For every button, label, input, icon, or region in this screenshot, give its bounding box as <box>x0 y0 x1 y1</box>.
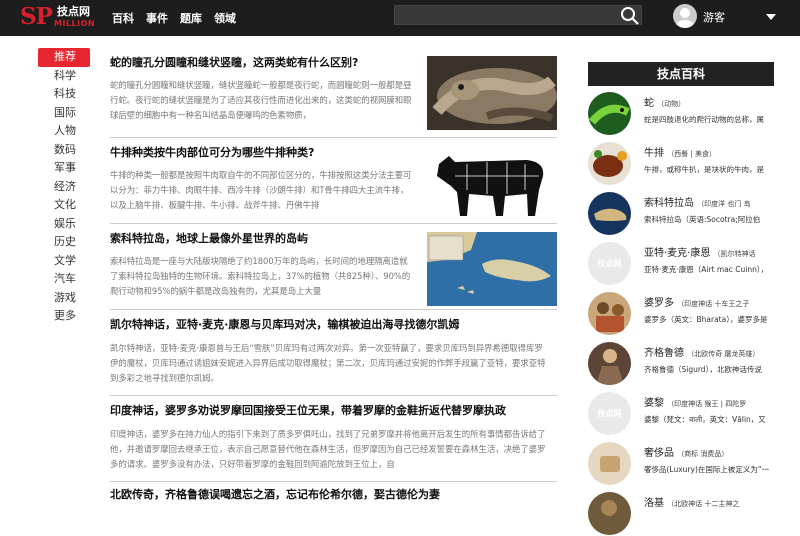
nav-events[interactable]: 事件 <box>146 0 168 36</box>
user-avatar-icon[interactable] <box>673 4 697 28</box>
island-image[interactable] <box>588 192 631 235</box>
snake-thumbnail[interactable] <box>427 56 557 130</box>
category-more[interactable]: 更多 <box>38 307 90 326</box>
encyclopedia-item[interactable]: 蛇 （动物） 蛇是四肢退化的爬行动物的总称，属 <box>588 86 774 136</box>
item-title[interactable]: 齐格鲁德 （北欧传奇 屠龙英雄） <box>644 344 774 359</box>
item-desc: 婆黎（梵文：वाली，英文：Vālin，又 <box>644 415 766 424</box>
encyclopedia-item[interactable]: 技点网 婆黎 （印度神话 猴王 | 四陀罗 婆黎（梵文：वाली，英文：Vāli… <box>588 386 774 436</box>
item-title[interactable]: 蛇 （动物） <box>644 94 774 109</box>
article-item[interactable]: 蛇的瞳孔分圆瞳和缝状竖瞳，这两类蛇有什么区别? 蛇的瞳孔分圆瞳和缝状竖瞳，缝状竖… <box>110 48 557 138</box>
article-title[interactable]: 凯尔特神话，亚特·麦克·康恩与贝库玛对决，输棋被迫出海寻找德尔凯姆 <box>110 318 557 332</box>
item-title[interactable]: 索科特拉岛 （印度洋 也门 岛 <box>644 194 774 209</box>
search-input[interactable] <box>394 5 642 25</box>
placeholder-image[interactable]: 技点网 <box>588 392 631 435</box>
search-icon[interactable] <box>620 6 640 26</box>
nav-fields[interactable]: 领域 <box>214 0 236 36</box>
luxury-image[interactable] <box>588 442 631 485</box>
logo-sp: SP <box>20 3 53 30</box>
island-map-thumbnail[interactable] <box>427 232 557 306</box>
article-item[interactable]: 牛排种类按牛肉部位可分为哪些牛排种类? 牛排的种类一般都是按照牛肉取自牛的不同部… <box>110 138 557 224</box>
encyclopedia-item[interactable]: 齐格鲁德 （北欧传奇 屠龙英雄） 齐格鲁德（Sigurd），北欧神话传说 <box>588 336 774 386</box>
top-bar: SP 技点网 MILLION 百科 事件 题库 领域 游客 <box>0 0 800 36</box>
site-logo[interactable]: SP 技点网 MILLION <box>20 4 100 32</box>
category-economy[interactable]: 经济 <box>38 178 90 197</box>
item-title[interactable]: 婆黎 （印度神话 猴王 | 四陀罗 <box>644 394 774 409</box>
article-item[interactable]: 北欧传奇，齐格鲁德误喝遗忘之酒，忘记布伦希尔德，娶古德伦为妻 <box>110 482 557 502</box>
article-summary: 印度神话，婆罗多在持力仙人的指引下来到了质多罗俱吒山，找到了兄弟罗摩并将他离开后… <box>110 429 546 469</box>
chevron-down-icon[interactable] <box>766 14 776 20</box>
category-literature[interactable]: 文学 <box>38 252 90 271</box>
placeholder-image[interactable]: 技点网 <box>588 242 631 285</box>
article-list: 蛇的瞳孔分圆瞳和缝状竖瞳，这两类蛇有什么区别? 蛇的瞳孔分圆瞳和缝状竖瞳，缝状竖… <box>110 48 557 502</box>
nav-baike[interactable]: 百科 <box>112 0 134 36</box>
category-technology[interactable]: 科技 <box>38 85 90 104</box>
article-summary: 蛇的瞳孔分圆瞳和缝状竖瞳，缝状竖瞳蛇一般都是夜行蛇，而圆瞳蛇则一般都是昼行蛇。夜… <box>110 80 412 120</box>
category-science[interactable]: 科学 <box>38 67 90 86</box>
category-history[interactable]: 历史 <box>38 233 90 252</box>
article-title[interactable]: 牛排种类按牛肉部位可分为哪些牛排种类? <box>110 146 420 160</box>
article-summary: 凯尔特神话，亚特·麦克·康恩曾与王后“雪肤”贝库玛有过两次对弈。第一次亚特赢了，… <box>110 343 546 383</box>
item-title[interactable]: 奢侈品 （商标 消费品） <box>644 444 774 459</box>
category-people[interactable]: 人物 <box>38 122 90 141</box>
category-games[interactable]: 游戏 <box>38 289 90 308</box>
item-desc: 婆罗多（英文：Bharata），婆罗多是 <box>644 315 768 324</box>
encyclopedia-item[interactable]: 索科特拉岛 （印度洋 也门 岛 索科特拉岛（英语:Socotra;阿拉伯 <box>588 186 774 236</box>
beef-cuts-thumbnail[interactable] <box>427 146 557 220</box>
article-item[interactable]: 印度神话，婆罗多劝说罗摩回国接受王位无果，带着罗摩的金鞋折返代替罗摩执政 印度神… <box>110 396 557 482</box>
encyclopedia-item[interactable]: 牛排 （西餐 | 美食） 牛排，或称牛扒，是块状的牛肉，是 <box>588 136 774 186</box>
logo-en: MILLION <box>54 19 96 28</box>
main-nav: 百科 事件 题库 领域 <box>112 0 248 36</box>
item-desc: 亚特·麦克·康恩（Airt mac Cuinn）， <box>644 265 769 274</box>
article-item[interactable]: 凯尔特神话，亚特·麦克·康恩与贝库玛对决，输棋被迫出海寻找德尔凯姆 凯尔特神话，… <box>110 310 557 396</box>
category-military[interactable]: 军事 <box>38 159 90 178</box>
item-desc: 蛇是四肢退化的爬行动物的总称，属 <box>644 115 764 124</box>
article-title[interactable]: 蛇的瞳孔分圆瞳和缝状竖瞳，这两类蛇有什么区别? <box>110 56 420 70</box>
article-summary: 牛排的种类一般都是按照牛肉取自牛的不同部位区分的，牛排按照这类分法主要可以分为：… <box>110 170 412 210</box>
sigurd-image[interactable] <box>588 342 631 385</box>
article-item[interactable]: 索科特拉岛，地球上最像外星世界的岛屿 索科特拉岛是一座与大陆版块隔绝了约1800… <box>110 224 557 310</box>
encyclopedia-item[interactable]: 洛基 （北欧神话 十二主神之 <box>588 486 774 536</box>
panel-heading: 技点百科 <box>588 62 774 86</box>
item-desc: 牛排，或称牛扒，是块状的牛肉，是 <box>644 165 764 174</box>
encyclopedia-panel: 技点百科 蛇 （动物） 蛇是四肢退化的爬行动物的总称，属 牛排 （西餐 | 美食… <box>588 62 774 536</box>
snake-image[interactable] <box>588 92 631 135</box>
username[interactable]: 游客 <box>703 0 725 36</box>
category-international[interactable]: 国际 <box>38 104 90 123</box>
category-recommend[interactable]: 推荐 <box>38 48 90 67</box>
steak-image[interactable] <box>588 142 631 185</box>
category-entertainment[interactable]: 娱乐 <box>38 215 90 234</box>
item-desc: 奢侈品(Luxury)在国际上被定义为“一 <box>644 465 770 474</box>
item-desc: 索科特拉岛（英语:Socotra;阿拉伯 <box>644 215 761 224</box>
loki-image[interactable] <box>588 492 631 535</box>
category-auto[interactable]: 汽车 <box>38 270 90 289</box>
article-title[interactable]: 印度神话，婆罗多劝说罗摩回国接受王位无果，带着罗摩的金鞋折返代替罗摩执政 <box>110 404 557 418</box>
item-desc: 齐格鲁德（Sigurd），北欧神话传说 <box>644 365 762 374</box>
item-title[interactable]: 婆罗多 （印度神话 十车王之子 <box>644 294 774 309</box>
encyclopedia-item[interactable]: 婆罗多 （印度神话 十车王之子 婆罗多（英文：Bharata），婆罗多是 <box>588 286 774 336</box>
category-sidebar: 推荐 科学 科技 国际 人物 数码 军事 经济 文化 娱乐 历史 文学 汽车 游… <box>38 48 90 326</box>
article-summary: 索科特拉岛是一座与大陆版块隔绝了约1800万年的岛屿，长时间的地理隔离造就了索科… <box>110 256 411 296</box>
logo-cn: 技点网 <box>57 5 90 18</box>
bharata-image[interactable] <box>588 292 631 335</box>
article-title[interactable]: 索科特拉岛，地球上最像外星世界的岛屿 <box>110 232 420 246</box>
item-title[interactable]: 亚特·麦克·康恩 （凯尔特神话 <box>644 244 774 259</box>
nav-questions[interactable]: 题库 <box>180 0 202 36</box>
item-title[interactable]: 牛排 （西餐 | 美食） <box>644 144 774 159</box>
encyclopedia-item[interactable]: 奢侈品 （商标 消费品） 奢侈品(Luxury)在国际上被定义为“一 <box>588 436 774 486</box>
category-culture[interactable]: 文化 <box>38 196 90 215</box>
encyclopedia-item[interactable]: 技点网 亚特·麦克·康恩 （凯尔特神话 亚特·麦克·康恩（Airt mac Cu… <box>588 236 774 286</box>
item-title[interactable]: 洛基 （北欧神话 十二主神之 <box>644 494 774 509</box>
category-digital[interactable]: 数码 <box>38 141 90 160</box>
